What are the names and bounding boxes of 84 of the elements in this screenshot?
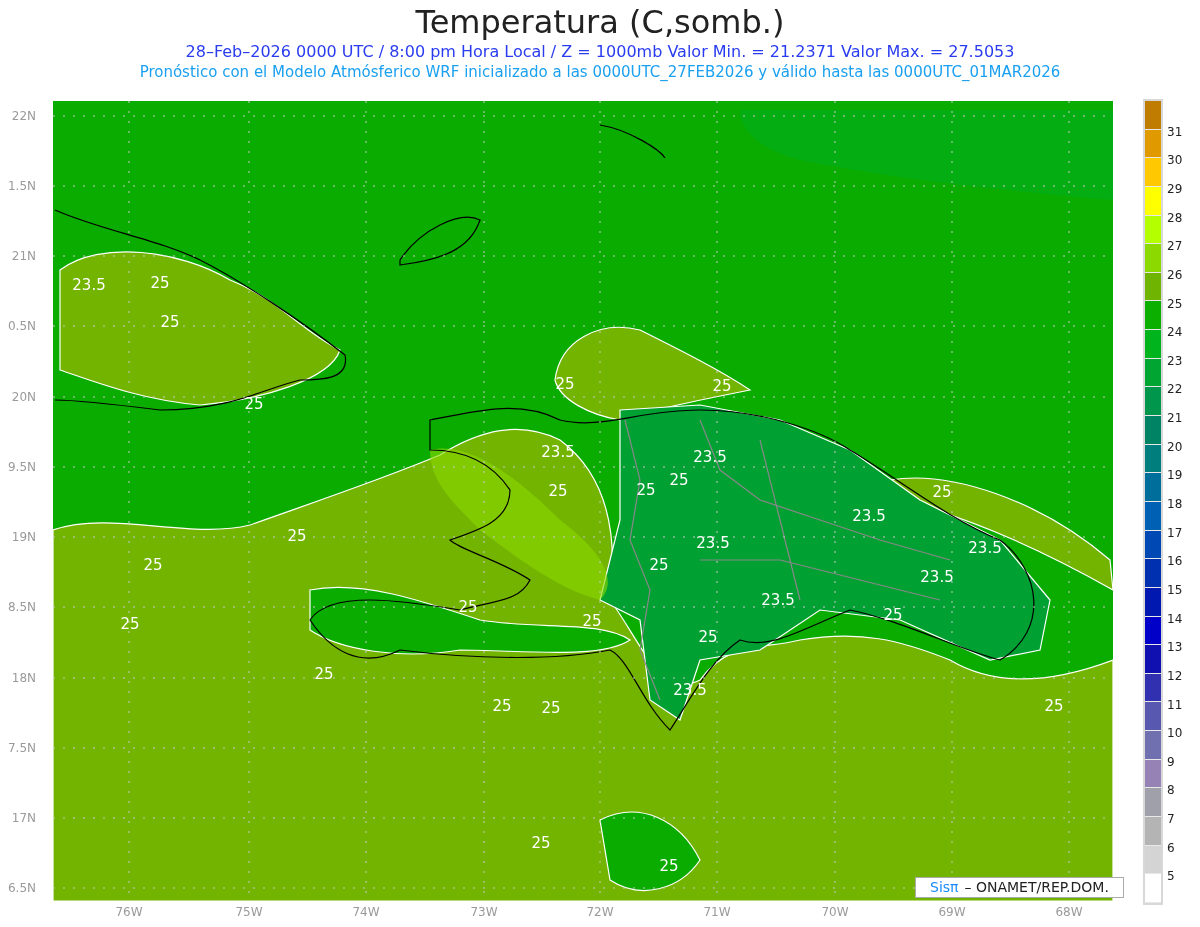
brand-text: Sisπ	[930, 878, 959, 897]
contour-label: 25	[143, 557, 163, 573]
colorbar-label: 25	[1167, 297, 1183, 310]
colorbar-label: 30	[1167, 154, 1183, 167]
latitude-label: 21N	[11, 250, 36, 262]
contour-label: 25	[160, 314, 180, 330]
colorbar-label: 31	[1167, 125, 1183, 138]
colorbar-label: 11	[1167, 698, 1183, 711]
longitude-label: 76W	[115, 906, 143, 918]
forecast-description: Pronóstico con el Modelo Atmósferico WRF inicializado a las 0000UTC_27FEB2026 y válido hasta las 0000UTC_01MAR2026	[139, 62, 1061, 82]
colorbar-label: 8	[1167, 784, 1175, 797]
colorbar-label: 29	[1167, 182, 1183, 195]
contour-label: 23.5	[541, 444, 575, 460]
contour-label: 23.5	[920, 569, 954, 585]
colorbar-label: 28	[1167, 211, 1183, 224]
contour-label: 25	[883, 607, 903, 623]
longitude-label: 68W	[1055, 906, 1083, 918]
contour-label: 25	[541, 700, 561, 716]
contour-label: 25	[287, 528, 307, 544]
chart-title: Temperatura (C,somb.)	[415, 2, 785, 42]
latitude-label: 0.5N	[7, 320, 36, 332]
colorbar-label: 5	[1167, 870, 1175, 883]
colorbar-label: 26	[1167, 268, 1183, 281]
latitude-label: 8.5N	[7, 601, 36, 613]
colorbar-label: 17	[1167, 526, 1183, 539]
contour-label: 25	[669, 472, 689, 488]
colorbar-label: 23	[1167, 354, 1183, 367]
longitude-label: 73W	[470, 906, 498, 918]
longitude-label: 69W	[938, 906, 966, 918]
colorbar-label: 13	[1167, 641, 1183, 654]
credit-text: – ONAMET/REP.DOM.	[964, 878, 1109, 897]
longitude-label: 74W	[352, 906, 380, 918]
chart-subtitle: 28–Feb–2026 0000 UTC / 8:00 pm Hora Local / Z = 1000mb Valor Min. = 21.2371 Valor Max. = 27.5053	[185, 42, 1015, 62]
contour-label: 25	[555, 376, 575, 392]
contour-label: 23.5	[852, 508, 886, 524]
latitude-label: 22N	[11, 110, 36, 122]
contour-label: 25	[548, 483, 568, 499]
contour-label: 23.5	[761, 592, 795, 608]
contour-label: 25	[492, 698, 512, 714]
contour-label: 25	[712, 378, 732, 394]
colorbar-label: 24	[1167, 326, 1183, 339]
colorbar-label: 21	[1167, 412, 1183, 425]
contour-label: 25	[649, 557, 669, 573]
colorbar-label: 14	[1167, 612, 1183, 625]
contour-label: 25	[932, 484, 952, 500]
colorbar-label: 9	[1167, 755, 1175, 768]
colorbar-label: 19	[1167, 469, 1183, 482]
colorbar-label: 18	[1167, 498, 1183, 510]
latitude-label: 7.5N	[7, 742, 36, 754]
colorbar-label: 7	[1167, 813, 1175, 826]
contour-label: 25	[659, 858, 679, 874]
colorbar-label: 12	[1167, 669, 1183, 682]
contour-label: 25	[1044, 698, 1064, 714]
colorbar-label: 22	[1167, 383, 1183, 396]
latitude-label: 18N	[11, 672, 36, 684]
longitude-label: 71W	[703, 906, 731, 918]
contour-label: 25	[314, 666, 334, 682]
colorbar-label: 16	[1167, 555, 1183, 568]
contour-label: 25	[636, 482, 656, 498]
contour-label: 25	[582, 613, 602, 629]
longitude-label: 70W	[821, 906, 849, 918]
latitude-label: 19N	[11, 531, 36, 543]
contour-label: 23.5	[72, 277, 106, 293]
colorbar-label: 10	[1167, 727, 1183, 740]
latitude-label: 9.5N	[7, 461, 36, 473]
contour-label: 23.5	[693, 449, 727, 465]
contour-label: 25	[244, 396, 264, 412]
contour-label: 25	[150, 275, 170, 291]
latitude-label: 20N	[11, 391, 36, 403]
contour-label: 25	[698, 629, 718, 645]
contour-label: 23.5	[968, 540, 1002, 556]
longitude-label: 72W	[586, 906, 614, 918]
contour-label: 23.5	[696, 535, 730, 551]
contour-label: 25	[458, 599, 478, 615]
latitude-label: 1.5N	[7, 180, 36, 192]
colorbar-label: 6	[1167, 841, 1175, 854]
contour-label: 25	[120, 616, 140, 632]
latitude-label: 17N	[11, 812, 36, 824]
colorbar-label: 15	[1167, 583, 1183, 596]
colorbar-label: 27	[1167, 240, 1183, 253]
colorbar-label: 20	[1167, 440, 1183, 453]
latitude-label: 6.5N	[7, 882, 36, 894]
longitude-label: 75W	[235, 906, 263, 918]
contour-label: 25	[531, 835, 551, 851]
